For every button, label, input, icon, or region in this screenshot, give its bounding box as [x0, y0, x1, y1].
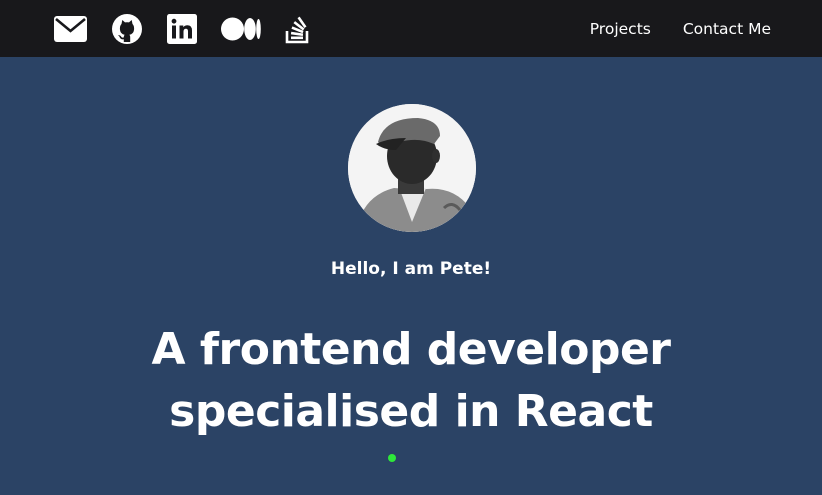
- headline-line-2: specialised in React: [169, 386, 653, 437]
- avatar: [348, 104, 476, 232]
- hero-section: Hello, I am Pete! A frontend developer s…: [0, 57, 822, 495]
- medium-icon[interactable]: [221, 16, 261, 42]
- hero-headline: A frontend developer specialised in Reac…: [0, 319, 822, 443]
- linkedin-icon[interactable]: [167, 13, 197, 44]
- github-icon[interactable]: [111, 13, 143, 45]
- social-links: [54, 13, 311, 45]
- main-nav: Projects Contact Me: [590, 20, 771, 38]
- envelope-icon[interactable]: [54, 15, 87, 42]
- stack-overflow-icon[interactable]: [285, 14, 311, 44]
- headline-line-1: A frontend developer: [151, 324, 672, 375]
- site-header: Projects Contact Me: [0, 0, 822, 57]
- greeting-text: Hello, I am Pete!: [330, 259, 492, 279]
- nav-contact-link[interactable]: Contact Me: [683, 20, 771, 38]
- nav-projects-link[interactable]: Projects: [590, 20, 651, 38]
- status-dot: [388, 454, 396, 462]
